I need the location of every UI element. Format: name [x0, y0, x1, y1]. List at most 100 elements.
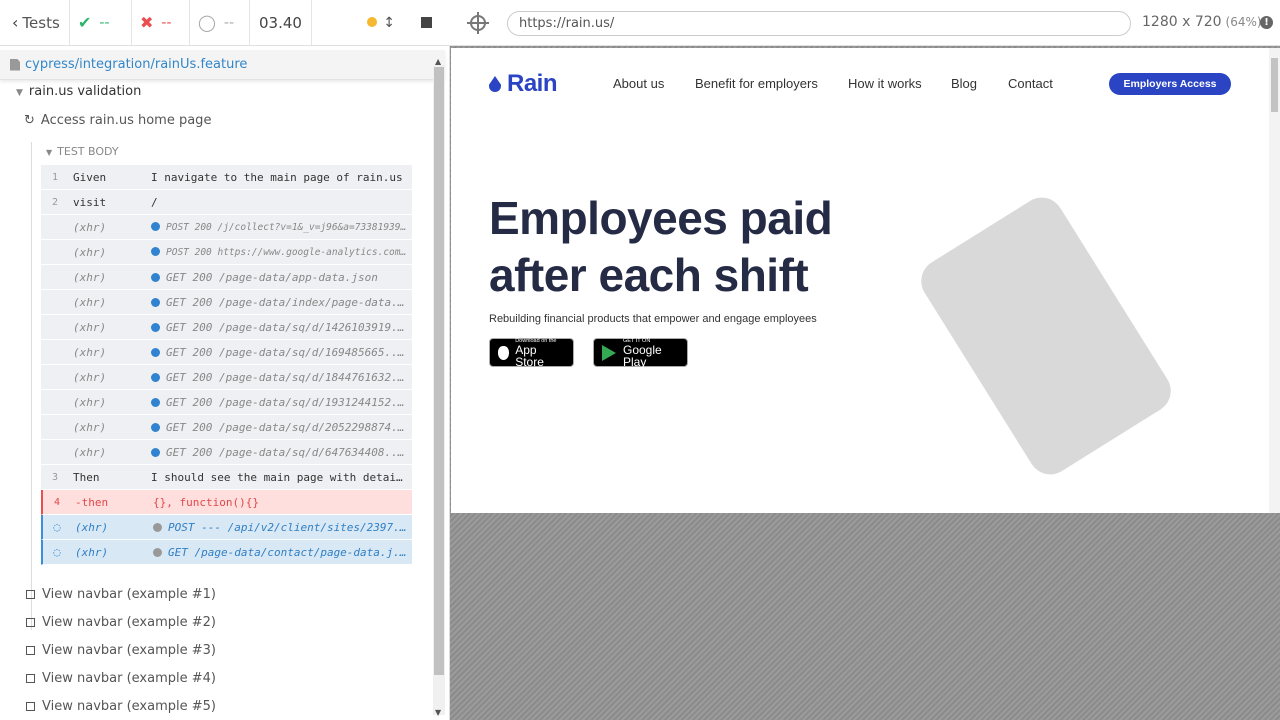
stop-icon[interactable] — [421, 17, 432, 28]
command-message-text: POST --- /api/v2/client/sites/2397... — [168, 520, 412, 534]
status-dot-icon — [151, 372, 160, 382]
nav-blog[interactable]: Blog — [951, 76, 977, 91]
spinner-icon: ◌ — [53, 520, 61, 534]
command-row[interactable]: (xhr) POST 200 /j/collect?v=1&_v=j96&a=73… — [41, 215, 412, 240]
command-message: I navigate to the main page of rain.us — [151, 171, 412, 184]
command-row[interactable]: 4 -then {}, function(){} — [41, 490, 412, 515]
scroll-down-icon[interactable]: ▼ — [435, 708, 441, 717]
file-icon — [10, 58, 20, 71]
command-row[interactable]: (xhr) GET 200 /page-data/sq/d/1931244152.… — [41, 390, 412, 415]
command-name: visit — [73, 195, 107, 209]
checkbox-icon — [26, 645, 35, 655]
command-name: (xhr) — [73, 445, 107, 459]
command-name: Given — [73, 170, 107, 184]
refresh-icon: ↻ — [24, 113, 35, 128]
status-dot-icon — [151, 422, 160, 432]
command-number: 2 — [51, 196, 59, 208]
command-row[interactable]: ◌ (xhr) POST --- /api/v2/client/sites/2397… — [41, 515, 412, 540]
command-row[interactable]: ◌ (xhr) GET /page-data/contact/page-data.j… — [41, 540, 412, 565]
command-row[interactable]: (xhr) GET 200 /page-data/app-data.json — [41, 265, 412, 290]
example-test-item[interactable]: View navbar (example #3) — [26, 636, 216, 664]
command-name: (xhr) — [73, 295, 107, 309]
command-name: (xhr) — [73, 395, 107, 409]
command-row[interactable]: (xhr) POST 200 https://www.google-analyti… — [41, 240, 412, 265]
nav-about-us[interactable]: About us — [613, 76, 664, 91]
hero-subtitle: Rebuilding financial products that empow… — [489, 313, 817, 325]
employers-access-button[interactable]: Employers Access — [1109, 73, 1231, 95]
command-name: Then — [73, 470, 100, 484]
command-row[interactable]: (xhr) GET 200 /page-data/sq/d/169485665..… — [41, 340, 412, 365]
test-label: Access rain.us home page — [40, 113, 212, 128]
info-icon[interactable]: ! — [1260, 16, 1273, 29]
command-row[interactable]: 1 Given I navigate to the main page of rai… — [41, 165, 412, 190]
site-viewport: Rain About us Benefit for employers How … — [451, 48, 1280, 513]
test-body-header[interactable]: ▼ TEST BODY — [46, 145, 119, 158]
autoscroll-toggle[interactable]: ↕ — [367, 15, 395, 31]
command-name: (xhr) — [73, 320, 107, 334]
checkbox-icon — [26, 673, 35, 683]
command-message: GET 200 /page-data/app-data.json — [151, 271, 412, 284]
example-label: View navbar (example #1) — [42, 586, 216, 602]
status-dot-icon — [151, 221, 160, 231]
command-row[interactable]: (xhr) GET 200 /page-data/sq/d/647634408..… — [41, 440, 412, 465]
command-name: (xhr) — [73, 420, 107, 434]
command-row[interactable]: (xhr) GET 200 /page-data/sq/d/1426103919.… — [41, 315, 412, 340]
command-number: 3 — [51, 471, 59, 483]
nav-how-it-works[interactable]: How it works — [848, 76, 922, 91]
status-dot-icon — [367, 16, 378, 27]
scroll-up-icon[interactable]: ▲ — [435, 57, 441, 66]
passed-value: -- — [99, 14, 110, 31]
command-message: GET 200 /page-data/sq/d/1844761632... — [151, 371, 412, 384]
pending-count: ◯ -- — [190, 0, 250, 45]
app-store-button[interactable]: Download on the App Store — [489, 338, 574, 368]
duration: 03.40 — [250, 0, 312, 45]
caret-down-icon: ▼ — [16, 88, 23, 98]
apple-icon — [498, 345, 510, 360]
spec-path-link[interactable]: cypress/integration/rainUs.feature — [25, 57, 247, 72]
app-preview-panel: https://rain.us/ 1280 x 720 (64%) ! Rain … — [450, 0, 1280, 720]
command-row[interactable]: (xhr) GET 200 /page-data/sq/d/1844761632.… — [41, 365, 412, 390]
x-icon: ✖ — [140, 13, 154, 32]
nav-contact[interactable]: Contact — [1008, 76, 1053, 91]
example-test-item[interactable]: View navbar (example #2) — [26, 608, 216, 636]
play-icon — [602, 344, 616, 361]
status-dot-icon — [151, 272, 160, 282]
google-play-button[interactable]: GET IT ON Google Play — [593, 338, 688, 368]
example-label: View navbar (example #2) — [42, 614, 216, 630]
site-scrollbar-thumb[interactable] — [1271, 58, 1278, 112]
circle-icon: ◯ — [198, 13, 216, 32]
test-title[interactable]: ↻ Access rain.us home page — [24, 113, 211, 128]
status-dot-icon — [151, 297, 160, 307]
tree-guide-line — [31, 142, 32, 630]
command-row[interactable]: 2 visit / — [41, 190, 412, 215]
command-row[interactable]: 3 Then I should see the main page with det… — [41, 465, 412, 490]
reporter-scrollbar[interactable]: ▲ ▼ — [433, 57, 445, 717]
rain-logo[interactable]: Rain — [489, 70, 558, 98]
logo-text: Rain — [507, 70, 558, 97]
hero-line-2: after each shift — [489, 249, 809, 301]
passed-count: ✔ -- — [70, 0, 132, 45]
command-name: (xhr) — [75, 520, 109, 534]
command-message: / — [151, 196, 412, 209]
command-message-text: I navigate to the main page of rain.us — [151, 170, 403, 184]
google-play-text: GET IT ON Google Play — [623, 338, 679, 368]
suite-title[interactable]: ▼ rain.us validation — [16, 84, 141, 99]
app-root: ‹ Tests ✔ -- ✖ -- ◯ -- 03.40 ↕ cypress/i… — [0, 0, 1280, 720]
command-message-text: GET /page-data/contact/page-data.j... — [168, 545, 412, 559]
example-test-item[interactable]: View navbar (example #1) — [26, 580, 216, 608]
scrollbar-thumb[interactable] — [434, 67, 444, 675]
failed-value: -- — [161, 14, 172, 31]
tests-button[interactable]: ‹ Tests — [0, 0, 70, 45]
nav-benefit-for-employers[interactable]: Benefit for employers — [695, 76, 818, 91]
example-test-item[interactable]: View navbar (example #4) — [26, 664, 216, 692]
zoom-value: (64%) — [1225, 15, 1262, 29]
hero-heading: Employees paid after each shift — [489, 190, 909, 304]
url-field[interactable]: https://rain.us/ — [507, 11, 1131, 36]
example-test-item[interactable]: View navbar (example #5) — [26, 692, 216, 715]
command-message: GET 200 /page-data/sq/d/1426103919... — [151, 321, 412, 334]
command-row[interactable]: (xhr) GET 200 /page-data/sq/d/2052298874.… — [41, 415, 412, 440]
example-label: View navbar (example #3) — [42, 642, 216, 658]
command-row[interactable]: (xhr) GET 200 /page-data/index/page-data.… — [41, 290, 412, 315]
selector-playground-icon[interactable] — [467, 12, 489, 34]
site-scrollbar[interactable] — [1269, 48, 1280, 513]
